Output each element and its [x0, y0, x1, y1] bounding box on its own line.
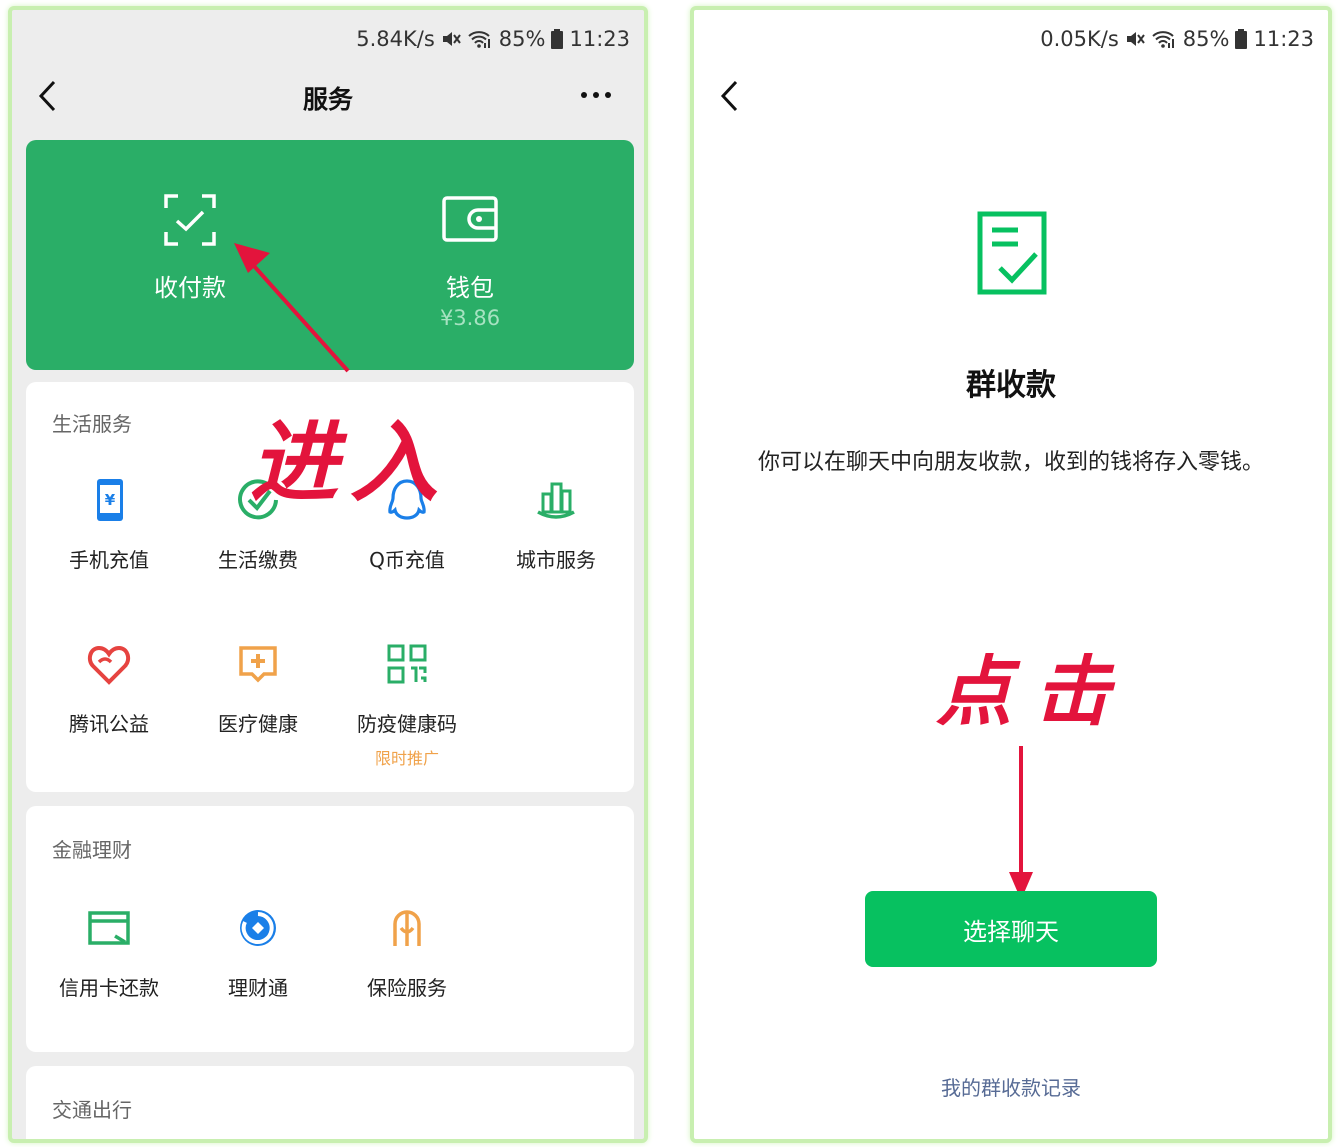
- annotation-down-arrow-icon: [1009, 746, 1033, 900]
- mute-icon: [442, 32, 461, 46]
- service-wealth-management[interactable]: 理财通: [183, 906, 333, 1001]
- page-title: 服务: [302, 85, 353, 114]
- service-label: 腾讯公益: [69, 712, 149, 736]
- service-label: Q币充值: [369, 548, 445, 572]
- select-chat-button[interactable]: 选择聊天: [865, 891, 1157, 967]
- credit-card-icon: [88, 911, 130, 945]
- svg-text:¥: ¥: [105, 491, 116, 509]
- section-title: 金融理财: [52, 838, 132, 862]
- service-label: 生活缴费: [218, 548, 298, 572]
- group-collection-screen: 0.05K/s 85% 11:23 群收款 你可以在聊天中向朋友收款，收到的钱将…: [690, 6, 1332, 1143]
- promo-badge: 限时推广: [374, 749, 439, 768]
- insurance-icon: [393, 910, 421, 946]
- service-credit-card-repayment[interactable]: 信用卡还款: [34, 906, 184, 1001]
- finance-section: 金融理财 信用卡还款 理财通 保险服务: [26, 806, 634, 1052]
- annotation-arrow-icon: [234, 243, 350, 373]
- service-label: 手机充值: [69, 548, 149, 572]
- city-icon: [537, 482, 575, 519]
- battery-icon: [1235, 29, 1248, 49]
- page-heading: 群收款: [966, 368, 1056, 403]
- medical-icon: [239, 646, 277, 683]
- title-bar: [694, 68, 1328, 124]
- more-options-icon[interactable]: [576, 80, 616, 110]
- phone-recharge-icon: ¥: [97, 479, 123, 521]
- service-medical-health[interactable]: 医疗健康: [183, 642, 333, 737]
- mute-icon: [1126, 32, 1145, 46]
- battery-percent: 85%: [498, 27, 546, 51]
- heart-icon: [87, 645, 131, 685]
- back-arrow-icon[interactable]: [716, 78, 746, 114]
- wallet-icon: [442, 196, 498, 242]
- section-title: 生活服务: [52, 412, 132, 436]
- service-health-code[interactable]: 防疫健康码 限时推广: [332, 642, 482, 769]
- description-text: 你可以在聊天中向朋友收款，收到的钱将存入零钱。: [757, 450, 1264, 475]
- service-city-services[interactable]: 城市服务: [481, 478, 631, 573]
- document-check-icon: [977, 211, 1047, 295]
- clock: 11:23: [1253, 27, 1314, 51]
- wallet-balance: ¥3.86: [439, 306, 501, 330]
- service-label: 保险服务: [367, 976, 447, 1000]
- transport-section: 交通出行: [26, 1066, 634, 1139]
- service-insurance[interactable]: 保险服务: [332, 906, 482, 1001]
- clock: 11:23: [569, 27, 630, 51]
- service-tencent-charity[interactable]: 腾讯公益: [34, 642, 184, 737]
- group-collection-records-link[interactable]: 我的群收款记录: [694, 1072, 1328, 1101]
- service-mobile-recharge[interactable]: ¥ 手机充值: [34, 478, 184, 573]
- battery-percent: 85%: [1182, 27, 1230, 51]
- status-bar: 0.05K/s 85% 11:23: [1040, 24, 1314, 54]
- annotation-enter: 进入: [250, 410, 451, 514]
- service-label: 城市服务: [516, 548, 596, 572]
- network-speed: 0.05K/s: [1040, 27, 1119, 51]
- services-screen: 5.84K/s 85% 11:23 服务 收付款 钱包 ¥3.86 生活服务 ¥…: [8, 6, 648, 1143]
- network-speed: 5.84K/s: [356, 27, 435, 51]
- wealth-icon: [240, 910, 276, 946]
- service-label: 医疗健康: [218, 712, 298, 736]
- wallet-button[interactable]: 钱包 ¥3.86: [320, 140, 620, 370]
- wifi-icon: [468, 31, 490, 48]
- service-label: 信用卡还款: [59, 976, 159, 1000]
- battery-icon: [551, 29, 564, 49]
- wifi-icon: [1152, 31, 1174, 48]
- service-label: 理财通: [228, 976, 288, 1000]
- wallet-label: 钱包: [446, 274, 494, 302]
- qr-code-icon: [387, 644, 427, 684]
- service-label: 防疫健康码: [357, 712, 457, 736]
- section-title: 交通出行: [52, 1098, 132, 1122]
- title-bar: 服务: [12, 68, 644, 124]
- scan-check-icon: [164, 194, 216, 246]
- annotation-click: 点击: [936, 647, 1132, 736]
- status-bar: 5.84K/s 85% 11:23: [356, 24, 630, 54]
